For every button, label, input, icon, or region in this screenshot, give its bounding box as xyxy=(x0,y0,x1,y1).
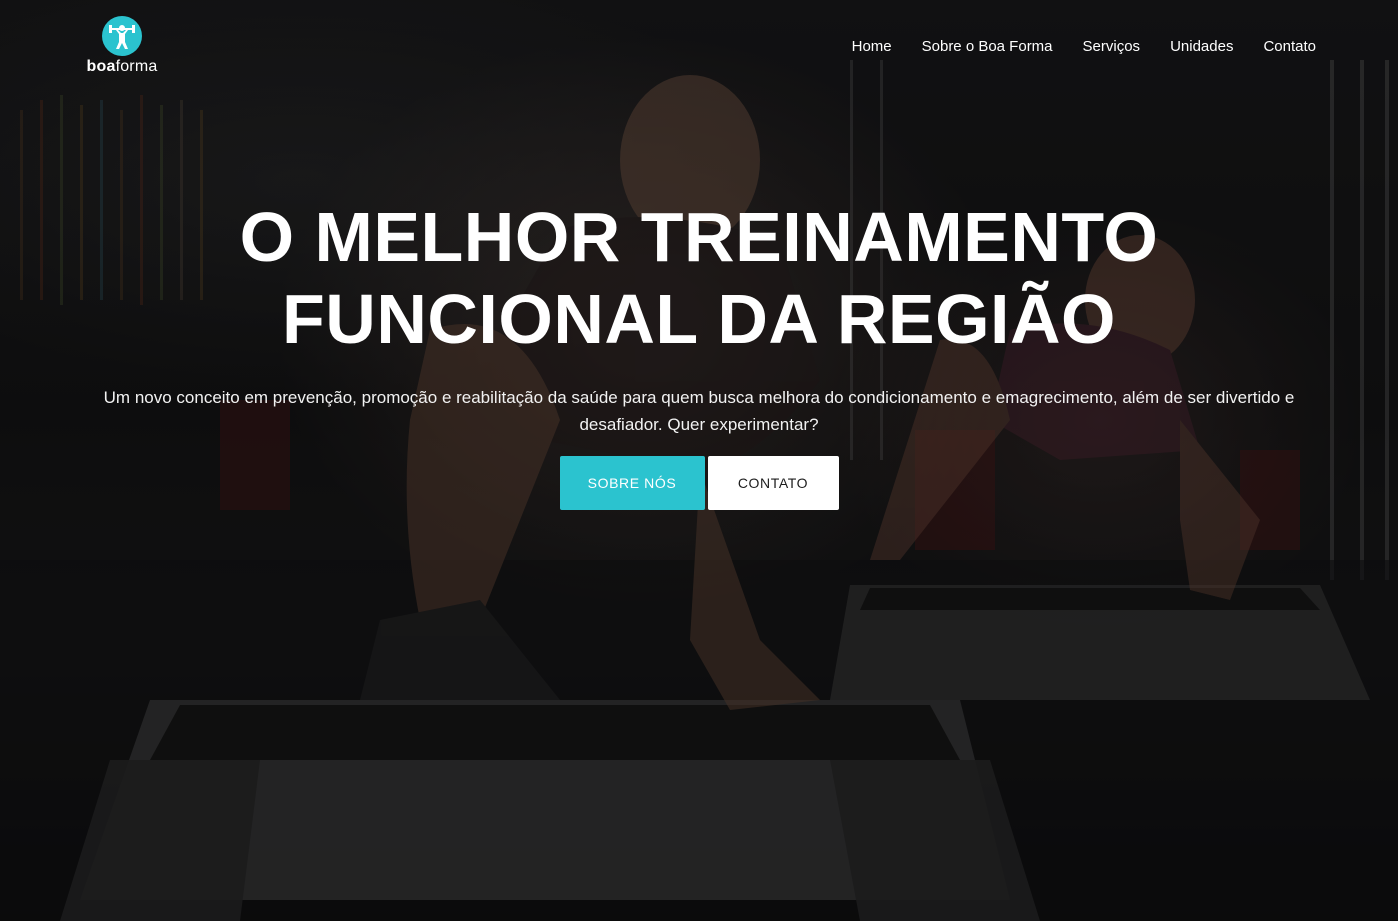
hero-headline: O MELHOR TREINAMENTO FUNCIONAL DA REGIÃO xyxy=(199,196,1199,360)
nav-item-about[interactable]: Sobre o Boa Forma xyxy=(922,38,1053,55)
hero-content: O MELHOR TREINAMENTO FUNCIONAL DA REGIÃO… xyxy=(0,196,1398,510)
hero-headline-line2: FUNCIONAL DA REGIÃO xyxy=(282,280,1116,358)
nav-item-home[interactable]: Home xyxy=(852,38,892,55)
cta-buttons: SOBRE NÓS CONTATO xyxy=(0,456,1398,510)
brand-name-light: forma xyxy=(115,58,158,75)
nav-item-services[interactable]: Serviços xyxy=(1083,38,1141,55)
hero-subtitle: Um novo conceito em prevenção, promoção … xyxy=(103,388,1295,434)
brand-name: boaforma xyxy=(80,58,164,76)
contact-button[interactable]: CONTATO xyxy=(707,456,839,510)
about-us-button[interactable]: SOBRE NÓS xyxy=(559,456,705,510)
nav-item-units[interactable]: Unidades xyxy=(1170,38,1233,55)
brand-logo[interactable]: boaforma xyxy=(80,16,164,76)
hero-headline-line1: O MELHOR TREINAMENTO xyxy=(239,198,1159,276)
main-navigation: Home Sobre o Boa Forma Serviços Unidades… xyxy=(852,38,1316,55)
brand-name-bold: boa xyxy=(86,58,116,75)
weightlifter-icon xyxy=(102,16,142,56)
nav-item-contact[interactable]: Contato xyxy=(1263,38,1316,55)
hero-section: boaforma Home Sobre o Boa Forma Serviços… xyxy=(0,0,1398,921)
